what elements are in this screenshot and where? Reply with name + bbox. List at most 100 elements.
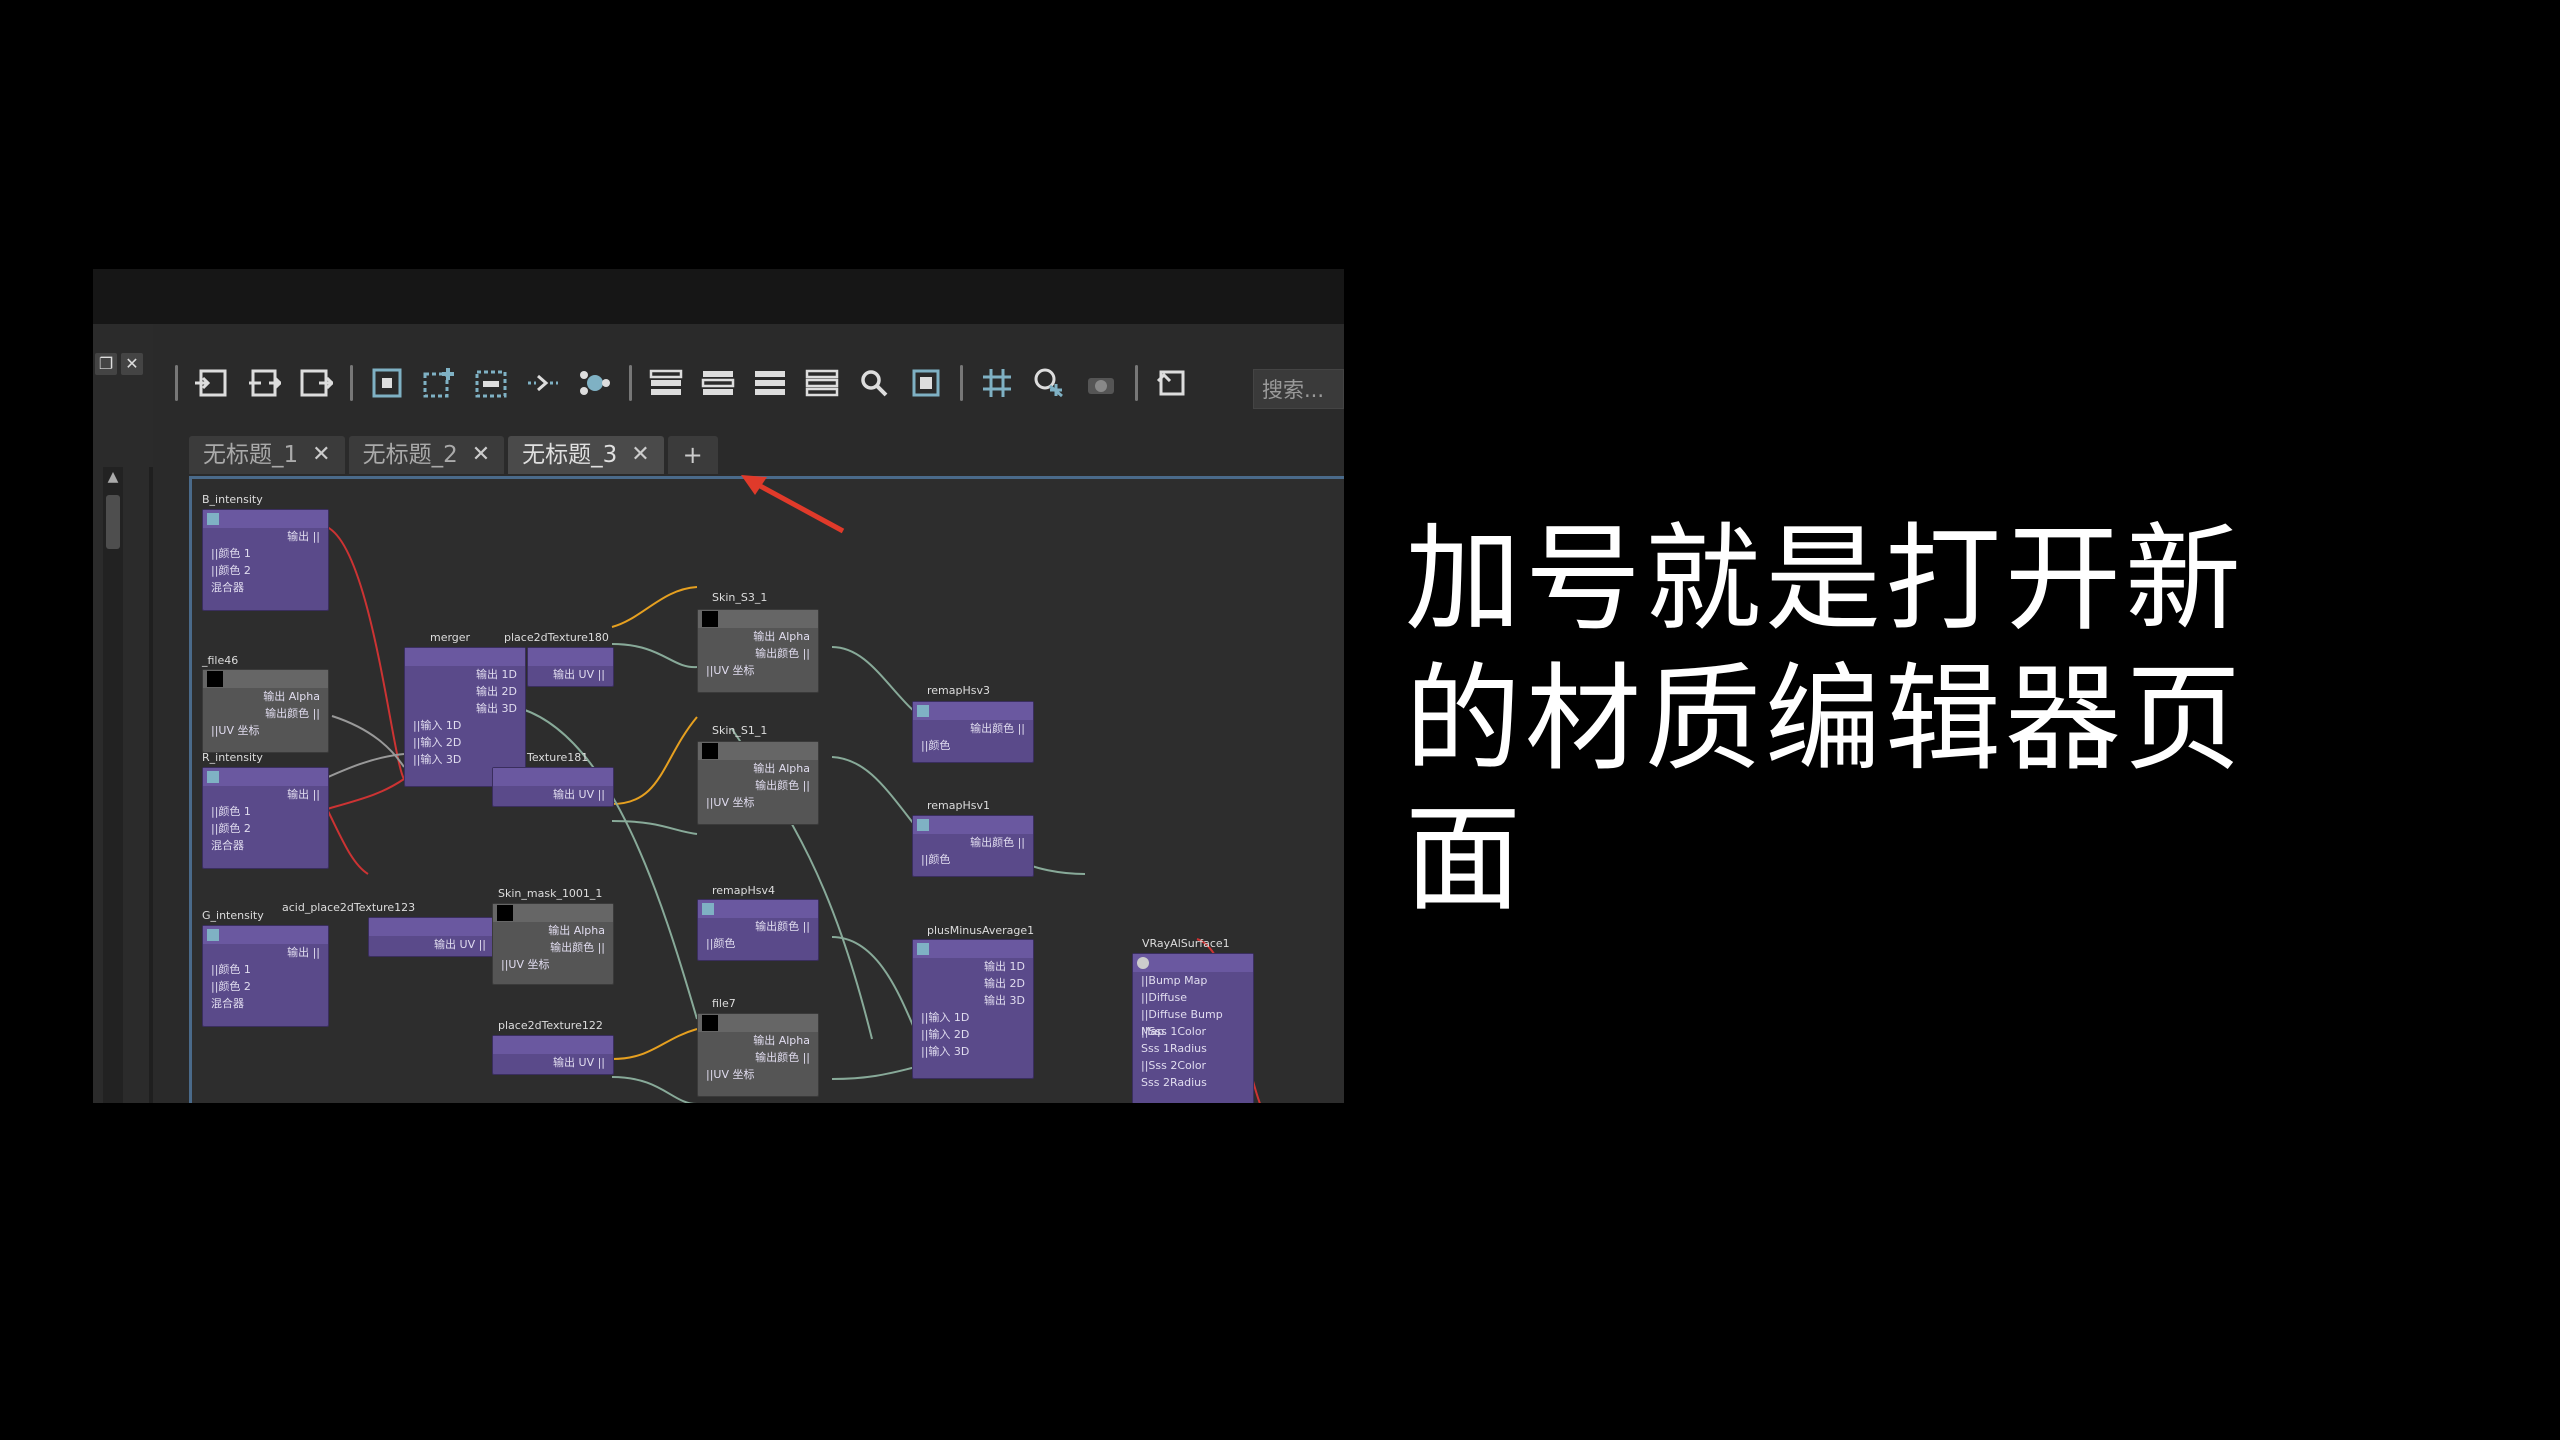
node-graph-canvas[interactable]: B_intensity 输出 || ||颜色 1 ||颜色 2 混合器 _fil…	[189, 476, 1344, 1103]
port-label: 输出 1D	[984, 960, 1025, 973]
graph-node-icon[interactable]	[575, 363, 615, 403]
node-title: Skin_mask_1001_1	[498, 887, 603, 900]
tab-label: 无标题_2	[362, 442, 458, 468]
in-out-connections-icon[interactable]	[296, 363, 336, 403]
remove-node-icon[interactable]	[471, 363, 511, 403]
port-label: 输出颜色 ||	[755, 920, 810, 933]
tab-untitled-2[interactable]: 无标题_2 ✕	[348, 436, 505, 474]
node-title: VRayAlSurface1	[1142, 937, 1230, 950]
port-label: 输出颜色 ||	[755, 647, 810, 660]
node-g-intensity[interactable]: 输出 || ||颜色 1 ||颜色 2 混合器	[202, 925, 329, 1027]
port-label: ||输入 2D	[921, 1028, 970, 1041]
node-skin-mask[interactable]: 输出 Alpha 输出颜色 || ||UV 坐标	[492, 903, 614, 985]
port-label: 输出 UV ||	[553, 668, 605, 681]
port-label: 输出 UV ||	[553, 788, 605, 801]
search-input[interactable]: 搜索...	[1253, 369, 1344, 409]
port-label: 输出 UV ||	[434, 938, 486, 951]
restore-icon[interactable]: ❐	[95, 353, 117, 375]
node-remaphsv4[interactable]: 输出颜色 || ||颜色	[697, 899, 819, 961]
port-label: ||Sss 2Color	[1141, 1059, 1207, 1072]
toolbar-separator	[1135, 365, 1138, 401]
color-swatch-icon	[917, 819, 929, 831]
graph-pin-icon[interactable]	[523, 363, 563, 403]
node-skin-s1[interactable]: 输出 Alpha 输出颜色 || ||UV 坐标	[697, 741, 819, 825]
node-place2dtexture181[interactable]: 输出 UV ||	[492, 767, 614, 807]
magnifier-icon[interactable]	[854, 363, 894, 403]
node-title: remapHsv4	[712, 884, 775, 897]
node-header	[913, 702, 1033, 720]
node-header	[203, 926, 328, 944]
port-label: 输出 ||	[287, 946, 320, 959]
output-connections-icon[interactable]	[244, 363, 284, 403]
node-place2dtexture123[interactable]: 输出 UV ||	[368, 917, 495, 957]
input-connections-icon[interactable]	[192, 363, 232, 403]
node-r-intensity[interactable]: 输出 || ||颜色 1 ||颜色 2 混合器	[202, 767, 329, 869]
close-icon[interactable]: ✕	[312, 436, 330, 474]
scroll-thumb[interactable]	[106, 495, 120, 549]
node-b-intensity[interactable]: 输出 || ||颜色 1 ||颜色 2 混合器	[202, 509, 329, 611]
grid-icon[interactable]	[977, 363, 1017, 403]
node-skin-s3[interactable]: 输出 Alpha 输出颜色 || ||UV 坐标	[697, 609, 819, 693]
screenshot-panel: ❐ ✕ ▲ 搜索... 无标题_1 ✕ 无标题_2 ✕ 无标题_3 ✕ + B_…	[93, 269, 1344, 1103]
port-label: ||颜色 1	[211, 805, 251, 818]
panel-divider	[149, 467, 153, 1103]
snap-icon[interactable]	[906, 363, 946, 403]
color-swatch-icon	[207, 929, 219, 941]
node-file7[interactable]: 输出 Alpha 输出颜色 || ||UV 坐标	[697, 1013, 819, 1097]
node-merger[interactable]: 输出 1D 输出 2D 输出 3D ||输入 1D ||输入 2D ||输入 3…	[404, 647, 526, 787]
add-tab-button[interactable]: +	[667, 436, 718, 474]
port-label: ||输入 1D	[921, 1011, 970, 1024]
node-title: B_intensity	[202, 493, 263, 506]
port-label: Sss 2Radius	[1141, 1076, 1207, 1089]
node-header	[1133, 954, 1253, 972]
port-label: 输出 2D	[984, 977, 1025, 990]
color-swatch-icon	[702, 903, 714, 915]
port-label: ||Diffuse	[1141, 991, 1187, 1004]
tab-untitled-3[interactable]: 无标题_3 ✕	[508, 436, 664, 474]
camera-icon[interactable]	[1081, 363, 1121, 403]
layout-list-icon[interactable]	[646, 363, 686, 403]
port-label: ||Bump Map	[1141, 974, 1208, 987]
node-place2dtexture180[interactable]: 输出 UV ||	[527, 647, 614, 687]
port-label: Sss 1Radius	[1141, 1042, 1207, 1055]
layout-list-4-icon[interactable]	[802, 363, 842, 403]
refresh-icon[interactable]	[1152, 363, 1192, 403]
node-header	[203, 670, 328, 688]
left-panel-strip	[93, 324, 153, 1103]
node-title: _file46	[202, 654, 239, 667]
layout-list-3-icon[interactable]	[750, 363, 790, 403]
annotation-arrow	[741, 475, 845, 534]
toolbar-separator	[960, 365, 963, 401]
layout-list-2-icon[interactable]	[698, 363, 738, 403]
port-label: 输出 Alpha	[753, 1034, 810, 1047]
port-label: 输出 Alpha	[548, 924, 605, 937]
texture-swatch	[702, 1015, 718, 1031]
port-label: 输出 2D	[476, 685, 517, 698]
node-header	[698, 900, 818, 918]
scroll-up-icon[interactable]: ▲	[103, 467, 123, 487]
node-file46[interactable]: 输出 Alpha 输出颜色 || ||UV 坐标	[202, 669, 329, 753]
pin-node-icon[interactable]	[1029, 363, 1069, 403]
node-remaphsv1[interactable]: 输出颜色 || ||颜色	[912, 815, 1034, 877]
vertical-scrollbar[interactable]: ▲	[103, 467, 123, 1103]
frame-all-icon[interactable]	[367, 363, 407, 403]
window-title-bar	[93, 269, 1344, 324]
port-label: 输出颜色 ||	[970, 836, 1025, 849]
port-label: 输出 ||	[287, 530, 320, 543]
port-label: ||输入 2D	[413, 736, 462, 749]
node-remaphsv3[interactable]: 输出颜色 || ||颜色	[912, 701, 1034, 763]
node-place2dtexture122[interactable]: 输出 UV ||	[492, 1035, 614, 1075]
port-label: 输出颜色 ||	[970, 722, 1025, 735]
close-icon[interactable]: ✕	[472, 436, 490, 474]
close-icon[interactable]: ✕	[121, 353, 143, 375]
node-vrayalsurface1[interactable]: ||Bump Map ||Diffuse ||Diffuse Bump Map …	[1132, 953, 1254, 1103]
node-header	[698, 610, 818, 628]
add-node-icon[interactable]	[419, 363, 459, 403]
color-swatch-icon	[917, 943, 929, 955]
node-title: remapHsv1	[927, 799, 990, 812]
node-title: acid_place2dTexture123	[282, 901, 416, 914]
close-icon[interactable]: ✕	[631, 436, 649, 474]
node-plusminusaverage1[interactable]: 输出 1D 输出 2D 输出 3D ||输入 1D ||输入 2D ||输入 3…	[912, 939, 1034, 1079]
tab-untitled-1[interactable]: 无标题_1 ✕	[189, 436, 345, 474]
port-label: 混合器	[211, 581, 244, 594]
